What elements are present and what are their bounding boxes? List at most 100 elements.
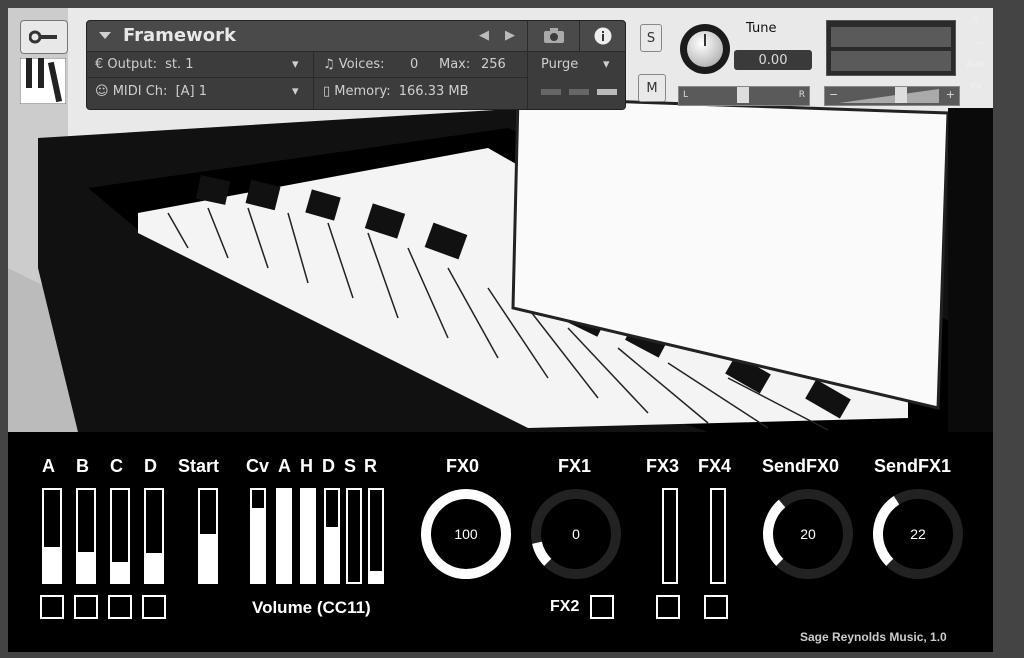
purge-indicator [569, 89, 589, 95]
knob-sendfx1[interactable]: 22 [870, 486, 966, 582]
slider-fx4[interactable] [710, 488, 726, 584]
label-release: R [364, 456, 377, 476]
label-sustain: S [344, 456, 357, 476]
purge-dropdown-icon[interactable]: ▾ [603, 57, 610, 72]
max-label: Max: [439, 57, 471, 72]
memory-label: Memory: [334, 84, 391, 99]
label-c: C [110, 456, 123, 476]
knob-fx1[interactable]: 0 [528, 486, 624, 582]
slider-hold[interactable] [300, 488, 316, 584]
next-instrument-icon[interactable]: ▶ [505, 28, 515, 43]
volume-ramp [839, 89, 939, 103]
slider-decay[interactable] [324, 488, 340, 584]
wrench-button[interactable] [20, 20, 68, 54]
pan-right-label: R [798, 90, 805, 100]
tune-knob[interactable] [680, 24, 730, 74]
logo-icon [20, 58, 66, 104]
slider-c[interactable] [110, 488, 130, 584]
checkbox-fx4[interactable] [704, 595, 728, 619]
knob-fx0[interactable]: 100 [418, 486, 514, 582]
label-fx2: FX2 [550, 598, 580, 615]
label-cv: Cv [246, 456, 270, 476]
label-hold: H [300, 456, 313, 476]
info-icon [594, 27, 612, 45]
wrench-icon [29, 30, 57, 44]
volume-slider[interactable]: − + [824, 86, 960, 106]
tune-label: Tune [746, 21, 777, 36]
pan-left-label: L [683, 90, 689, 100]
knob-sendfx1-value: 22 [910, 526, 926, 542]
checkbox-a[interactable] [40, 595, 64, 619]
label-volume: Volume (CC11) [252, 598, 371, 617]
midi-icon: ☺ [95, 84, 109, 99]
purge-indicator [541, 89, 561, 95]
knob-sendfx0-value: 20 [800, 526, 816, 542]
slider-fx3[interactable] [662, 488, 678, 584]
instrument-title[interactable]: Framework [123, 25, 236, 46]
midi-dropdown-icon[interactable]: ▾ [292, 84, 299, 99]
label-decay: D [322, 456, 335, 476]
memory-icon: ▯ [323, 84, 331, 99]
level-meter [826, 20, 956, 76]
midi-value: [A] 1 [175, 84, 208, 99]
slider-sustain[interactable] [346, 488, 362, 584]
label-sendfx0: SendFX0 [762, 456, 840, 476]
label-fx4: FX4 [698, 456, 732, 476]
slider-release[interactable] [368, 488, 384, 584]
collapse-icon[interactable] [99, 32, 111, 39]
purge-button[interactable]: Purge [541, 57, 578, 72]
label-fx0: FX0 [446, 456, 480, 476]
tune-value[interactable]: 0.00 [734, 50, 812, 70]
pv-button[interactable]: PV [970, 82, 982, 91]
label-b: B [76, 456, 89, 476]
label-fx3: FX3 [646, 456, 680, 476]
solo-button[interactable]: S [640, 24, 662, 52]
output-label: Output: [107, 57, 157, 72]
volume-handle[interactable] [895, 87, 907, 103]
instrument-header-panel: Framework ◀ ▶ € Output: st. 1 ▾ ☺ MIDI C… [86, 20, 626, 110]
camera-button[interactable] [527, 21, 580, 51]
checkbox-fx2[interactable] [590, 595, 614, 619]
label-a: A [42, 456, 55, 476]
voices-row: ♫ Voices: [323, 57, 385, 72]
controls-panel: A B C D Start Cv A H D S R FX0 FX1 FX3 F… [8, 432, 993, 652]
output-row[interactable]: € Output: st. 1 [95, 57, 194, 72]
output-dropdown-icon[interactable]: ▾ [292, 57, 299, 72]
info-button[interactable] [579, 21, 626, 51]
slider-a[interactable] [42, 488, 62, 584]
close-button[interactable]: × [970, 12, 981, 27]
voices-icon: ♫ [323, 57, 335, 72]
title-row: Framework ◀ ▶ [87, 21, 625, 52]
checkbox-fx3[interactable] [656, 595, 680, 619]
label-d: D [144, 456, 157, 476]
mute-button[interactable]: M [638, 74, 666, 102]
prev-instrument-icon[interactable]: ◀ [479, 28, 489, 43]
volume-plus[interactable]: + [946, 88, 955, 101]
volume-minus[interactable]: − [829, 88, 838, 101]
credit-text: Sage Reynolds Music, 1.0 [800, 630, 947, 644]
midi-row[interactable]: ☺ MIDI Ch: [A] 1 [95, 84, 207, 99]
instrument-frame: Framework ◀ ▶ € Output: st. 1 ▾ ☺ MIDI C… [0, 0, 1024, 658]
slider-b[interactable] [76, 488, 96, 584]
output-icon: € [95, 57, 104, 72]
pan-handle[interactable] [737, 87, 749, 103]
slider-attack[interactable] [276, 488, 292, 584]
output-value: st. 1 [165, 57, 194, 72]
minimize-button[interactable]: − [972, 36, 983, 51]
checkbox-c[interactable] [108, 595, 132, 619]
midi-label: MIDI Ch: [112, 84, 168, 99]
label-fx1: FX1 [558, 456, 592, 476]
max-voices-value[interactable]: 256 [481, 57, 506, 72]
camera-icon [544, 28, 564, 43]
aux-button[interactable]: AUX [966, 60, 985, 69]
checkbox-b[interactable] [74, 595, 98, 619]
header-area: Framework ◀ ▶ € Output: st. 1 ▾ ☺ MIDI C… [8, 8, 993, 432]
knob-sendfx0[interactable]: 20 [760, 486, 856, 582]
slider-cv[interactable] [250, 488, 266, 584]
memory-row: ▯ Memory: 166.33 MB [323, 84, 469, 99]
slider-d[interactable] [144, 488, 164, 584]
pan-slider[interactable]: L R [678, 86, 810, 106]
checkbox-d[interactable] [142, 595, 166, 619]
slider-start[interactable] [198, 488, 218, 584]
label-start: Start [178, 456, 220, 476]
